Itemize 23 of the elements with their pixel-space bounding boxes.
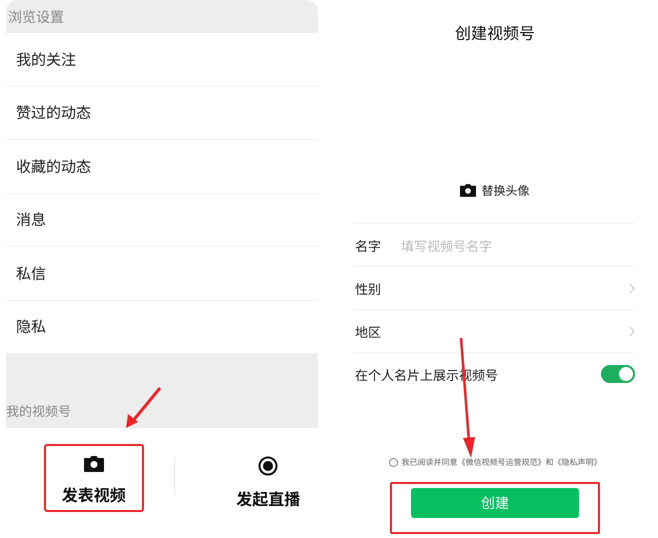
page-title: 创建视频号	[454, 20, 535, 44]
menu-item[interactable]: 赞过的动态	[6, 86, 318, 140]
annotation-arrow	[124, 386, 164, 430]
record-icon	[258, 456, 278, 476]
menu-item[interactable]: 私信	[6, 247, 318, 300]
chevron-icon[interactable]	[629, 326, 635, 336]
menu-item[interactable]: 我的关注	[6, 33, 318, 86]
toggle-switch[interactable]	[601, 365, 635, 383]
camera-icon	[84, 456, 104, 472]
action-button[interactable]: 发起直播	[218, 444, 318, 516]
action-button[interactable]: 发表视频	[44, 444, 144, 512]
agree-radio[interactable]	[388, 458, 398, 467]
section-header: 我的视频号	[6, 401, 72, 420]
camera-icon	[460, 184, 476, 197]
field-label: 地区	[355, 322, 382, 340]
field-label: 名字	[355, 236, 382, 254]
menu-item[interactable]: 消息	[6, 194, 318, 247]
field-label: 性别	[355, 278, 382, 298]
replace-avatar-button[interactable]: 替换头像	[458, 180, 532, 201]
chevron-icon[interactable]	[629, 282, 635, 294]
section-header: 浏览设置	[8, 6, 64, 26]
agreement-text: 我已阅读并同意《微信视频号运营规范》和《隐私声明》	[402, 457, 602, 468]
menu-item[interactable]: 收藏的动态	[6, 140, 318, 194]
